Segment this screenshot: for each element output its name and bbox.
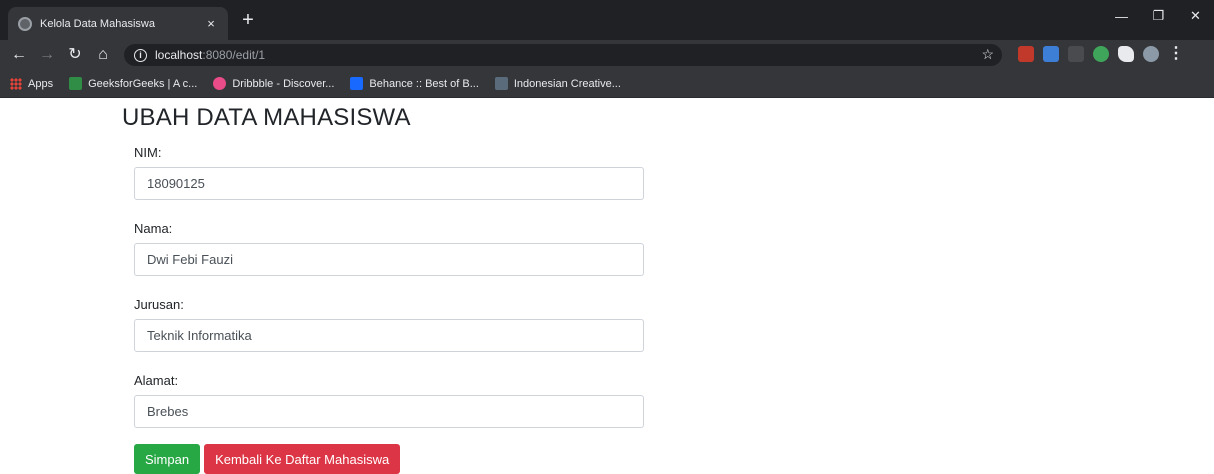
calendar-extension-icon[interactable] xyxy=(1018,46,1034,62)
tab-title: Kelola Data Mahasiswa xyxy=(40,17,155,30)
globe-icon xyxy=(18,16,32,31)
browser-tab-bar: Kelola Data Mahasiswa × + — ❐ ✕ xyxy=(0,0,1214,40)
jurusan-label: Jurusan: xyxy=(134,297,184,312)
extension-icon[interactable] xyxy=(1068,46,1084,62)
form-actions: Simpan Kembali Ke Daftar Mahasiswa xyxy=(134,444,652,474)
bookmarks-bar: Apps GeeksforGeeks | A c... Dribbble - D… xyxy=(0,70,1214,98)
apps-grid-icon xyxy=(10,77,22,90)
indonesian-creative-icon xyxy=(494,77,508,90)
forward-arrow-icon[interactable]: → xyxy=(36,44,58,66)
extensions-area: ⋮ xyxy=(1018,46,1184,62)
puzzle-extensions-icon[interactable] xyxy=(1118,46,1134,62)
bookmark-indonesian-creative[interactable]: Indonesian Creative... xyxy=(494,77,621,90)
edit-form-container: UBAH DATA MAHASISWA NIM: Nama: Jurusan: … xyxy=(122,104,652,474)
save-button[interactable]: Simpan xyxy=(134,444,201,474)
info-icon[interactable]: i xyxy=(134,48,147,62)
bookmark-star-icon[interactable]: ☆ xyxy=(981,46,994,63)
back-arrow-icon[interactable]: ← xyxy=(8,44,30,66)
behance-icon xyxy=(350,77,364,90)
restore-button[interactable]: ❐ xyxy=(1140,0,1177,32)
extension-icon[interactable] xyxy=(1093,46,1109,62)
nim-label: NIM: xyxy=(134,145,162,160)
close-window-button[interactable]: ✕ xyxy=(1177,0,1214,32)
url-host: localhost xyxy=(155,48,203,62)
bookmark-geeksforgeeks[interactable]: GeeksforGeeks | A c... xyxy=(69,77,197,90)
nim-group: NIM: xyxy=(134,142,652,200)
window-controls: — ❐ ✕ xyxy=(1103,0,1214,32)
back-to-list-button[interactable]: Kembali Ke Daftar Mahasiswa xyxy=(204,444,401,474)
nama-label: Nama: xyxy=(134,221,173,236)
browser-toolbar: ← → ↻ ⌂ i localhost:8080/edit/1 ☆ ⋮ xyxy=(0,40,1214,70)
address-bar[interactable]: i localhost:8080/edit/1 ☆ xyxy=(124,44,1002,66)
dribbble-icon xyxy=(213,77,227,90)
nama-group: Nama: xyxy=(134,218,652,276)
home-icon[interactable]: ⌂ xyxy=(92,44,114,66)
nim-input[interactable] xyxy=(134,167,644,200)
geeksforgeeks-icon xyxy=(69,77,83,90)
jurusan-input[interactable] xyxy=(134,319,644,352)
kebab-menu-icon[interactable]: ⋮ xyxy=(1168,46,1184,62)
bookmark-dribbble[interactable]: Dribbble - Discover... xyxy=(213,77,334,90)
new-tab-button[interactable]: + xyxy=(236,10,260,30)
browser-tab[interactable]: Kelola Data Mahasiswa × xyxy=(8,7,228,40)
alamat-group: Alamat: xyxy=(134,370,652,428)
page-title: UBAH DATA MAHASISWA xyxy=(122,104,411,131)
url-path: :8080/edit/1 xyxy=(202,48,266,62)
reload-icon[interactable]: ↻ xyxy=(64,44,86,66)
alamat-input[interactable] xyxy=(134,395,644,428)
alamat-label: Alamat: xyxy=(134,373,179,388)
translate-extension-icon[interactable] xyxy=(1043,46,1059,62)
nama-input[interactable] xyxy=(134,243,644,276)
profile-avatar-icon[interactable] xyxy=(1143,46,1159,62)
minimize-button[interactable]: — xyxy=(1103,0,1140,32)
bookmark-behance[interactable]: Behance :: Best of B... xyxy=(350,77,479,90)
tab-close-icon[interactable]: × xyxy=(204,16,218,31)
jurusan-group: Jurusan: xyxy=(134,294,652,352)
bookmark-apps[interactable]: Apps xyxy=(10,77,53,90)
